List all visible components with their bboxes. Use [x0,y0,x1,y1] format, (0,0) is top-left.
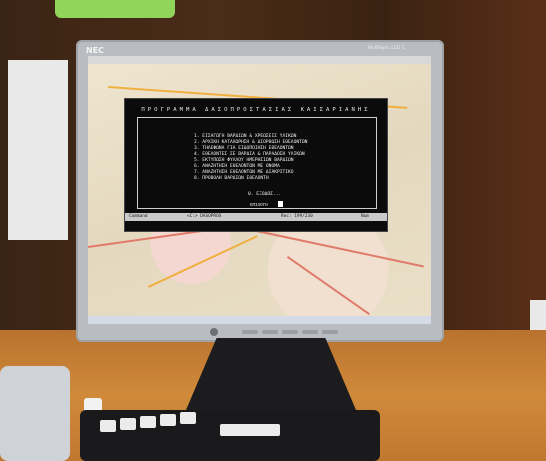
exit-option[interactable]: 0. ΕΞΟΔΟΣ... [248,192,281,197]
monitor-control-button[interactable] [242,330,258,334]
keyboard[interactable] [80,410,380,461]
menu-item[interactable]: 3. ΤΗΛΕΦΩΝΑ ΓΙΑ ΕΙΔΟΠΟΙΗΣΗ ΕΘΕΛΟΝΤΩΝ [194,146,294,151]
power-button[interactable] [210,328,218,336]
screen: ΠΡΟΓΡΑΜΜΑ ΔΑΣΟΠΡΟΣΤΑΣΙΑΣ ΚΑΙΣΑΡΙΑΝΗΣ 1. … [88,56,431,324]
status-num: Num [361,214,369,219]
green-device [55,0,175,18]
monitor-model: MultiSync LCD 1 [368,46,405,51]
monitor: NEC MultiSync LCD 1 ΠΡΟΓΡΑΜΜΑ ΔΑΣΟΠΡΟΣΤΑ… [76,40,444,342]
window-titlebar[interactable] [88,56,431,64]
menu-item[interactable]: 1. ΕΙΣΑΓΩΓΗ ΒΑΡΔΙΩΝ & ΧΡΕΩΣΕΙΣ ΥΛΙΚΩΝ [194,134,296,139]
menu-item[interactable]: 6. ΑΝΑΖΗΤΗΣΗ ΕΘΕΛΟΝΤΩΝ ΜΕ ΟΝΟΜΑ [194,164,280,169]
router [0,366,70,461]
monitor-brand: NEC [86,46,105,55]
choice-label: ΕΠΙΛΟΓΗ [250,202,268,207]
menu-item[interactable]: 4. ΕΘΕΛΟΝΤΕΣ ΣΕ ΒΑΡΔΙΑ & ΠΑΡΑΔΟΣΗ ΥΛΙΚΩΝ [194,152,305,157]
menu-item[interactable]: 2. ΑΡΧΙΚΗ ΚΑΤΑΧΩΡΗΣΗ & ΔΙΟΡΘΩΣΗ ΕΘΕΛΟΝΤΩ… [194,140,307,145]
taskbar[interactable] [88,316,431,324]
status-bar: Command <C:> DASOPROS Rec: 199/230 Num [125,213,387,221]
monitor-control-button[interactable] [262,330,278,334]
monitor-control-button[interactable] [322,330,338,334]
menu-item[interactable]: 7. ΑΝΑΖΗΤΗΣΗ ΕΘΕΛΟΝΤΩΝ ΜΕ ΔΙΑΚΡΙΤΙΚΟ [194,170,294,175]
menu-box: 1. ΕΙΣΑΓΩΓΗ ΒΑΡΔΙΩΝ & ΧΡΕΩΣΕΙΣ ΥΛΙΚΩΝ 2.… [137,117,377,209]
input-cursor[interactable] [278,201,283,207]
program-title: ΠΡΟΓΡΑΜΜΑ ΔΑΣΟΠΡΟΣΤΑΣΙΑΣ ΚΑΙΣΑΡΙΑΝΗΣ [141,107,371,113]
menu-item[interactable]: 8. ΠΡΟΒΟΛΗ ΒΑΡΔΙΩΝ ΕΘΕΛΟΝΤΗ [194,176,269,181]
status-record: Rec: 199/230 [281,214,313,219]
menu-item[interactable]: 5. ΕΚΤΥΠΩΣΗ ΦΥΛΛΟΥ ΗΜΕΡΗΣΙΩΝ ΒΑΡΔΙΩΝ [194,158,294,163]
status-db: <C:> DASOPROS [187,214,222,219]
dos-console[interactable]: ΠΡΟΓΡΑΜΜΑ ΔΑΣΟΠΡΟΣΤΑΣΙΑΣ ΚΑΙΣΑΡΙΑΝΗΣ 1. … [124,98,388,232]
monitor-control-button[interactable] [282,330,298,334]
monitor-control-button[interactable] [302,330,318,334]
side-paper [8,60,68,240]
status-mode: Command [129,214,148,219]
